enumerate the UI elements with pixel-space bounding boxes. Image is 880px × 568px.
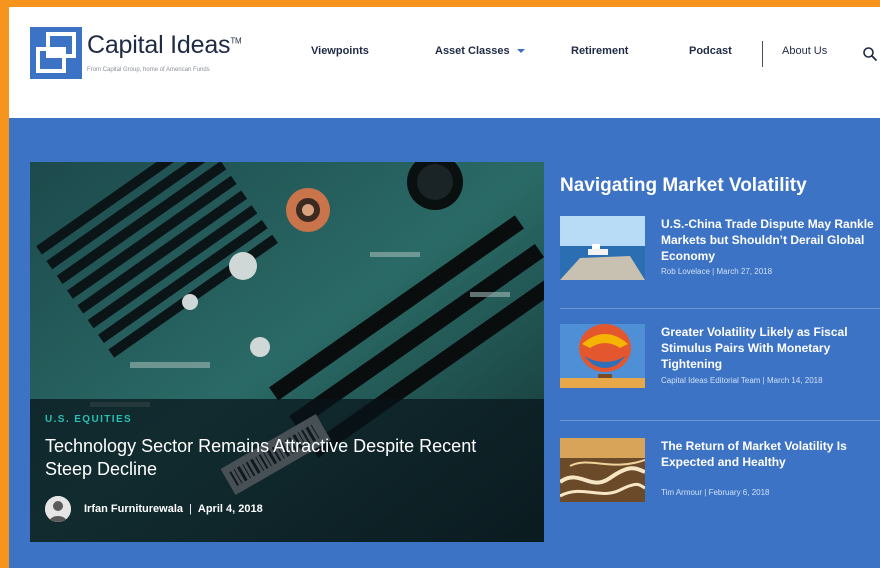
feature-category[interactable]: U.S. EQUITIES — [45, 414, 132, 425]
featured-section: U.S. EQUITIES Technology Sector Remains … — [9, 118, 880, 568]
nav-divider — [762, 41, 763, 67]
page: Capital IdeasTM From Capital Group, home… — [9, 7, 880, 568]
sidebar-article-title[interactable]: Greater Volatility Likely as Fiscal Stim… — [661, 324, 880, 372]
search-icon[interactable] — [862, 46, 878, 62]
feature-date: April 4, 2018 — [197, 503, 263, 515]
cargo-ship-photo — [560, 216, 645, 280]
nav-item-podcast[interactable]: Podcast — [689, 45, 732, 57]
sidebar-article-title[interactable]: The Return of Market Volatility Is Expec… — [661, 438, 880, 470]
nav-item-about-us[interactable]: About Us — [782, 45, 827, 57]
sidebar-article-1[interactable]: U.S.-China Trade Dispute May Rankle Mark… — [560, 216, 880, 312]
author-avatar — [45, 496, 71, 522]
nav-item-retirement[interactable]: Retirement — [571, 45, 628, 57]
nav-item-asset-classes[interactable]: Asset Classes — [435, 45, 525, 57]
feature-byline: Irfan Furniturewala | April 4, 2018 — [84, 503, 263, 515]
sidebar-article-title[interactable]: U.S.-China Trade Dispute May Rankle Mark… — [661, 216, 880, 264]
feature-author[interactable]: Irfan Furniturewala — [84, 503, 183, 515]
sidebar-divider — [560, 308, 880, 309]
sidebar-article-meta: Tim Armour | February 6, 2018 — [661, 488, 770, 497]
sidebar-article-meta: Capital Ideas Editorial Team | March 14,… — [661, 376, 823, 385]
nav-item-viewpoints[interactable]: Viewpoints — [311, 45, 369, 57]
sidebar-article-thumbnail[interactable] — [560, 324, 645, 388]
nav-item-label: Asset Classes — [435, 45, 510, 57]
byline-separator: | — [189, 503, 192, 515]
winding-road-photo — [560, 438, 645, 502]
sidebar-article-thumbnail[interactable] — [560, 216, 645, 280]
site-header: Capital IdeasTM From Capital Group, home… — [9, 7, 880, 118]
feature-article-card[interactable]: U.S. EQUITIES Technology Sector Remains … — [30, 162, 544, 542]
chevron-down-icon — [516, 49, 525, 54]
sidebar-article-meta: Rob Lovelace | March 27, 2018 — [661, 267, 773, 276]
person-icon — [45, 496, 71, 522]
sidebar-article-2[interactable]: Greater Volatility Likely as Fiscal Stim… — [560, 324, 880, 420]
sidebar-article-3[interactable]: The Return of Market Volatility Is Expec… — [560, 438, 880, 534]
sidebar-article-thumbnail[interactable] — [560, 438, 645, 502]
brand-tagline: From Capital Group, home of American Fun… — [87, 67, 210, 73]
sidebar-divider — [560, 420, 880, 421]
sidebar-heading[interactable]: Navigating Market Volatility — [560, 175, 807, 197]
feature-title[interactable]: Technology Sector Remains Attractive Des… — [45, 435, 515, 481]
hot-air-balloon-photo — [560, 324, 645, 388]
main-nav: Viewpoints Asset Classes Retirement Podc… — [9, 41, 880, 67]
